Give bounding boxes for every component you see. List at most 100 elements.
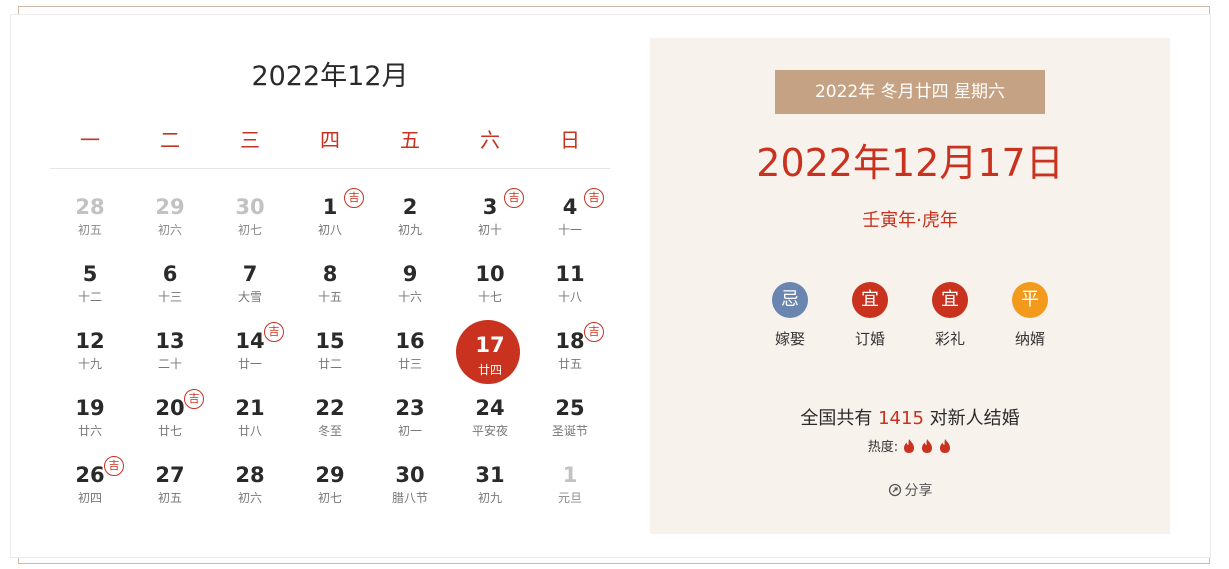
day-cell[interactable]: 14 廿一吉 — [210, 307, 290, 374]
day-cell[interactable]: 16 廿三 — [370, 307, 450, 374]
day-number: 30 — [395, 463, 425, 487]
marriage-suffix: 对新人结婚 — [923, 408, 1020, 429]
day-number: 30 — [235, 195, 265, 219]
day-cell[interactable]: 2 初九 — [370, 173, 450, 240]
day-number: 27 — [155, 463, 185, 487]
day-cell[interactable]: 29 初六 — [130, 173, 210, 240]
lunar-day: 十二 — [77, 290, 102, 304]
weekday-label: 一 — [80, 128, 100, 152]
day-cell[interactable]: 9 十六 — [370, 240, 450, 307]
lunar-day: 初八 — [317, 223, 342, 237]
day-number: 8 — [322, 262, 338, 286]
lunar-day: 初一 — [397, 424, 422, 438]
day-cell-selected[interactable]: 17 廿四 — [450, 307, 530, 384]
day-cell[interactable]: 24 平安夜 — [450, 374, 530, 441]
share-icon — [888, 483, 901, 497]
weekday-label: 三 — [240, 128, 260, 152]
day-number: 19 — [75, 396, 105, 420]
marriage-count-line: 全国共有 1415 对新人结婚 — [650, 404, 1170, 430]
weekday-label: 日 — [560, 128, 580, 152]
day-cell[interactable]: 15 廿二 — [290, 307, 370, 374]
lunar-day: 腊八节 — [391, 491, 428, 505]
day-cell[interactable]: 23 初一 — [370, 374, 450, 441]
lunar-day: 初十 — [477, 223, 502, 237]
day-cell[interactable]: 3 初十吉 — [450, 173, 530, 240]
auspicious-badge: 吉 — [264, 322, 284, 342]
day-cell[interactable]: 1 元旦 — [530, 441, 610, 508]
day-number: 29 — [155, 195, 185, 219]
day-cell[interactable]: 4 十一吉 — [530, 173, 610, 240]
advice-badge: 宜 — [852, 282, 888, 318]
lunar-day: 十七 — [477, 290, 502, 304]
day-number: 23 — [395, 396, 425, 420]
day-cell[interactable]: 28 初五 — [50, 173, 130, 240]
day-cell[interactable]: 22 冬至 — [290, 374, 370, 441]
day-number: 10 — [475, 262, 505, 286]
weekday-divider — [50, 168, 610, 169]
day-cell[interactable]: 30 腊八节 — [370, 441, 450, 508]
day-cell[interactable]: 20 廿七吉 — [130, 374, 210, 441]
day-cell[interactable]: 19 廿六 — [50, 374, 130, 441]
day-cell[interactable]: 29 初七 — [290, 441, 370, 508]
lunar-day: 十八 — [557, 290, 582, 304]
day-cell[interactable]: 25 圣诞节 — [530, 374, 610, 441]
day-cell[interactable]: 18 廿五吉 — [530, 307, 610, 374]
weekday-label: 六 — [480, 128, 500, 152]
advice-badge: 宜 — [932, 282, 968, 318]
day-cell[interactable]: 5 十二 — [50, 240, 130, 307]
flame-icon — [922, 438, 933, 453]
day-cell[interactable]: 26 初四吉 — [50, 441, 130, 508]
heat-label: 热度: — [867, 440, 899, 455]
day-number: 1 — [562, 463, 578, 487]
month-title: 2022年12月 — [251, 61, 409, 92]
day-number: 2 — [402, 195, 418, 219]
day-cell[interactable]: 10 十七 — [450, 240, 530, 307]
auspicious-badge: 吉 — [584, 322, 604, 342]
advice-label: 订婚 — [854, 330, 885, 348]
week-row: 26 初四吉 27 初五 28 初六 29 初七 30 腊八节 31 初九 1 元旦 — [50, 441, 610, 508]
lunar-day: 十九 — [77, 357, 102, 371]
day-cell[interactable]: 8 十五 — [290, 240, 370, 307]
marriage-prefix: 全国共有 — [800, 408, 879, 429]
day-cell[interactable]: 7 大雪 — [210, 240, 290, 307]
lunar-day: 初五 — [157, 491, 182, 505]
day-number: 11 — [555, 262, 585, 286]
day-cell[interactable]: 1 初八吉 — [290, 173, 370, 240]
advice-item: 宜订婚 — [830, 282, 910, 352]
day-number: 15 — [315, 329, 345, 353]
auspicious-badge: 吉 — [184, 389, 204, 409]
day-number: 12 — [75, 329, 105, 353]
day-cell[interactable]: 13 二十 — [130, 307, 210, 374]
month-calendar: 2022年12月 一二三四五六日 28 初五 29 初六 30 初七 1 初八吉 2 初九 3 初十吉… — [50, 40, 610, 520]
day-number: 6 — [162, 262, 178, 286]
lunar-day: 初六 — [237, 491, 262, 505]
day-cell[interactable]: 28 初六 — [210, 441, 290, 508]
day-cell[interactable]: 11 十八 — [530, 240, 610, 307]
day-cell[interactable]: 31 初九 — [450, 441, 530, 508]
week-row: 5 十二 6 十三 7 大雪 8 十五 9 十六 10 十七 11 十八 — [50, 240, 610, 307]
auspicious-badge: 吉 — [344, 188, 364, 208]
day-number: 29 — [315, 463, 345, 487]
auspicious-badge: 吉 — [104, 456, 124, 476]
lunar-day: 廿四 — [477, 363, 502, 377]
day-cell[interactable]: 30 初七 — [210, 173, 290, 240]
share-button[interactable]: 分享 — [880, 480, 940, 500]
day-cell[interactable]: 12 十九 — [50, 307, 130, 374]
marriage-count: 1415 — [878, 408, 924, 429]
day-cell[interactable]: 21 廿八 — [210, 374, 290, 441]
day-number: 28 — [75, 195, 105, 219]
selected-date: 2022年12月17日 — [756, 141, 1064, 185]
lunar-day: 十一 — [557, 223, 582, 237]
advice-label: 纳婿 — [1014, 330, 1045, 348]
lunar-day: 廿八 — [237, 424, 262, 438]
lunar-day: 圣诞节 — [551, 424, 588, 438]
weekday-label: 四 — [320, 128, 340, 152]
day-cell[interactable]: 27 初五 — [130, 441, 210, 508]
lunar-day: 初四 — [77, 491, 102, 505]
lunar-day: 初六 — [157, 223, 182, 237]
lunar-day: 二十 — [157, 357, 182, 371]
day-number: 25 — [555, 396, 585, 420]
day-cell[interactable]: 6 十三 — [130, 240, 210, 307]
lunar-date-banner: 2022年 冬月廿四 星期六 — [775, 70, 1045, 114]
lunar-day: 廿三 — [397, 357, 422, 371]
